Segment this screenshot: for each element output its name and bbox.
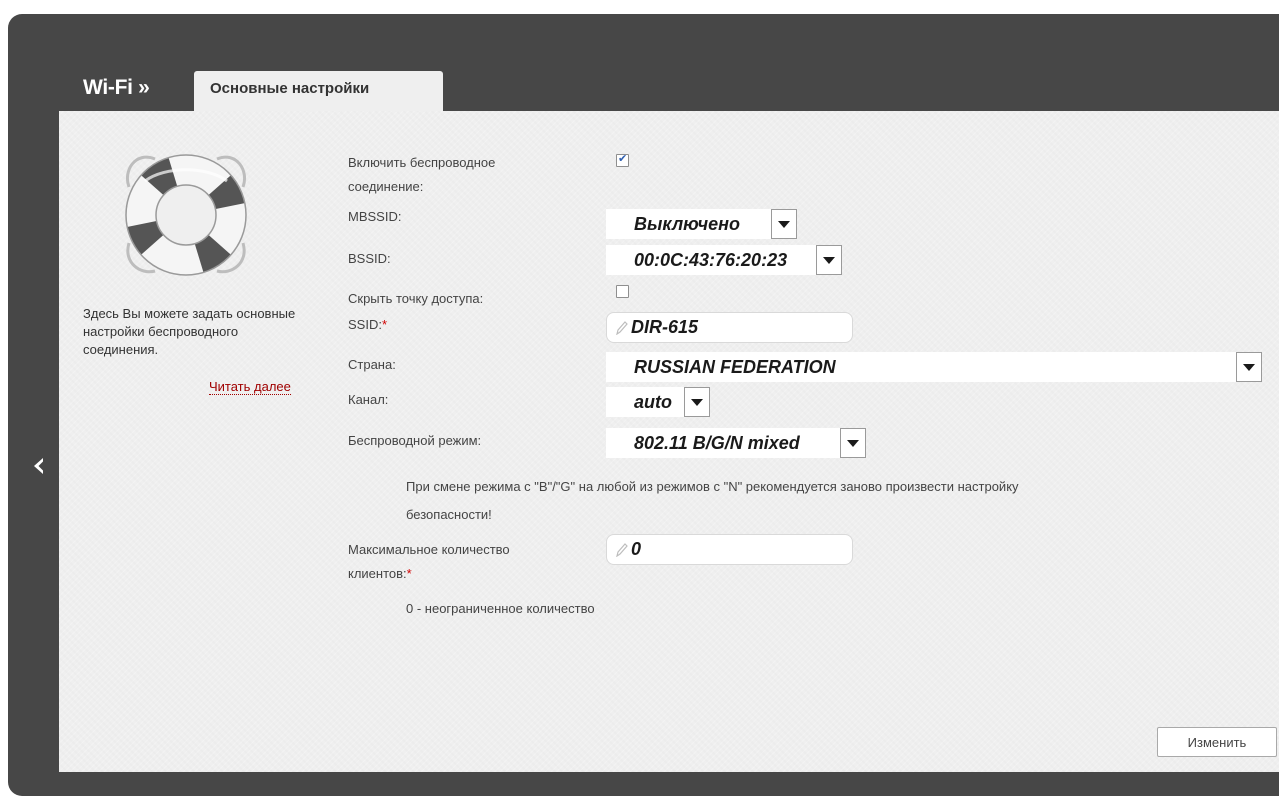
- chevron-down-icon[interactable]: [1236, 352, 1262, 382]
- mode-warning-note-line2: безопасности!: [406, 507, 492, 522]
- max-clients-note: 0 - неограниченное количество: [406, 601, 595, 616]
- read-more-link[interactable]: Читать далее: [209, 379, 291, 395]
- enable-wireless-checkbox[interactable]: [616, 152, 629, 167]
- channel-select[interactable]: auto: [606, 387, 710, 417]
- hide-ap-label: Скрыть точку доступа:: [348, 291, 484, 306]
- channel-label: Канал:: [348, 392, 389, 407]
- apply-button[interactable]: Изменить: [1157, 727, 1277, 757]
- mbssid-label: MBSSID:: [348, 209, 402, 224]
- chevron-down-icon[interactable]: [840, 428, 866, 458]
- lifebuoy-icon: [125, 154, 247, 276]
- chevron-down-icon[interactable]: [816, 245, 842, 275]
- back-arrow-icon[interactable]: [28, 454, 52, 478]
- hide-ap-checkbox[interactable]: [616, 285, 629, 298]
- pencil-icon: [616, 543, 628, 557]
- country-label: Страна:: [348, 357, 396, 372]
- enable-wireless-label: Включить беспроводное соединение:: [348, 155, 496, 194]
- ssid-input[interactable]: DIR-615: [606, 312, 853, 343]
- wireless-mode-select[interactable]: 802.11 B/G/N mixed: [606, 428, 866, 458]
- max-clients-input[interactable]: 0: [606, 534, 853, 565]
- chevron-down-icon[interactable]: [684, 387, 710, 417]
- country-select[interactable]: RUSSIAN FEDERATION: [606, 352, 1262, 382]
- channel-value: auto: [634, 392, 672, 412]
- required-mark: *: [406, 566, 412, 581]
- wireless-mode-value: 802.11 B/G/N mixed: [634, 433, 800, 453]
- required-mark: *: [381, 317, 388, 332]
- bssid-select[interactable]: 00:0C:43:76:20:23: [606, 245, 842, 275]
- tab-basic-settings[interactable]: Основные настройки: [194, 71, 443, 111]
- settings-panel: Здесь Вы можете задать основные настройк…: [59, 111, 1279, 772]
- mbssid-select[interactable]: Выключено: [606, 209, 797, 239]
- country-value: RUSSIAN FEDERATION: [634, 357, 836, 377]
- chevron-down-icon[interactable]: [771, 209, 797, 239]
- mode-warning-note-line1: При смене режима с "B"/"G" на любой из р…: [406, 479, 1019, 494]
- help-text: Здесь Вы можете задать основные настройк…: [83, 306, 296, 357]
- section-title[interactable]: Wi-Fi »: [83, 76, 150, 100]
- wireless-mode-label: Беспроводной режим:: [348, 433, 482, 448]
- max-clients-value: 0: [631, 539, 642, 559]
- max-clients-label: Максимальное количество клиентов:*: [348, 542, 510, 581]
- ssid-value: DIR-615: [631, 317, 699, 337]
- ssid-label: SSID:*: [348, 317, 388, 332]
- bssid-value: 00:0C:43:76:20:23: [634, 250, 788, 270]
- mbssid-value: Выключено: [634, 214, 740, 234]
- pencil-icon: [616, 321, 628, 335]
- page-frame: Wi-Fi » Основные настройки Здесь Вы може…: [8, 14, 1279, 796]
- bssid-label: BSSID:: [348, 251, 391, 266]
